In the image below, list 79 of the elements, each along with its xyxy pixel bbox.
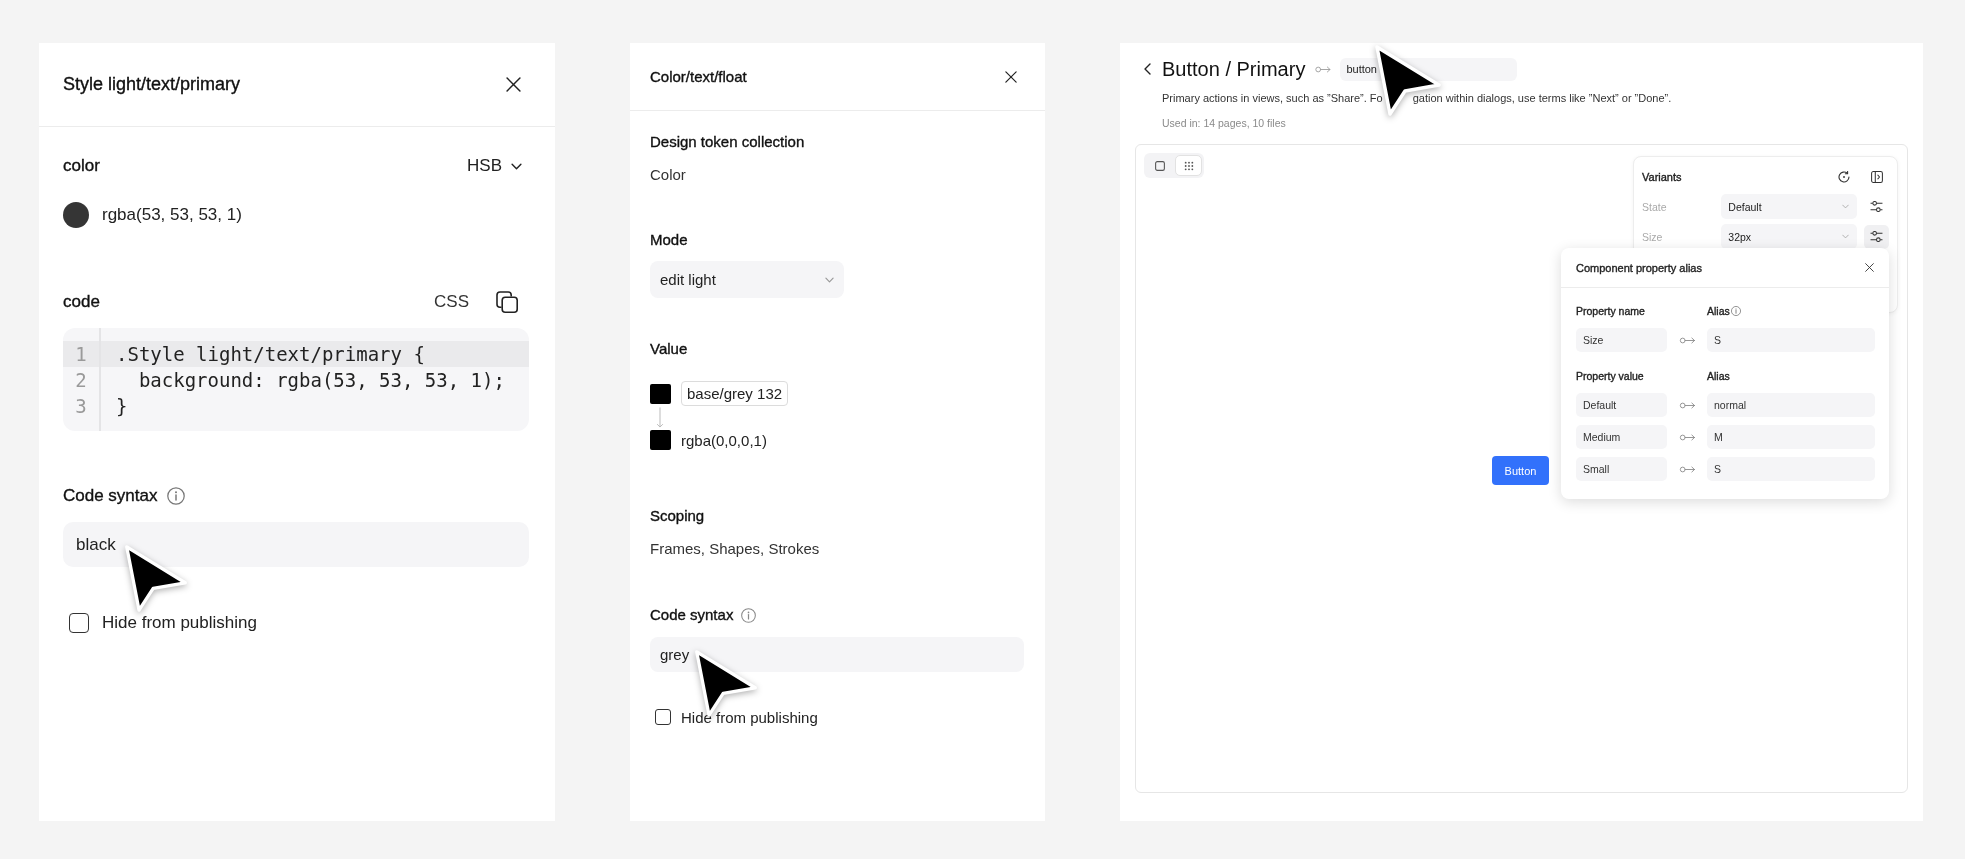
property-dropdown[interactable]: 32px [1721, 224, 1858, 249]
section-label: color [63, 155, 100, 177]
link-arrow-icon [1678, 465, 1696, 473]
square-icon [1154, 160, 1165, 171]
section-label: Scoping [650, 506, 706, 526]
description-text: Primary actions in views, such as ”Share”. Fo [1162, 91, 1383, 105]
mode-dropdown[interactable]: edit light [650, 261, 844, 298]
info-icon[interactable] [166, 487, 185, 505]
alias-input[interactable]: normal [1707, 393, 1875, 417]
property-label: Size [1642, 230, 1664, 243]
section-label: Design token collection [650, 132, 806, 152]
property-field: Medium [1576, 425, 1667, 449]
sliders-icon [1870, 231, 1884, 242]
code-text: } [115, 394, 129, 419]
column-header: Alias [1707, 370, 1730, 382]
link-arrow-icon [1315, 65, 1332, 73]
arrow-down-icon [656, 407, 664, 428]
property-field: Size [1576, 328, 1667, 352]
sidebar-icon[interactable] [1871, 171, 1883, 183]
code-text: background: rgba(53, 53, 53, 1); [137, 368, 506, 393]
alias-input[interactable]: S [1707, 328, 1875, 352]
section-value: Frames, Shapes, Strokes [650, 539, 821, 559]
column-header: Property value [1576, 370, 1645, 382]
section-label: Code syntax [650, 605, 734, 625]
panel-title: Color/text/float [650, 68, 747, 85]
component-title: Button / Primary [1162, 57, 1306, 81]
color-value: rgba(53, 53, 53, 1) [102, 205, 242, 225]
copy-icon[interactable] [496, 291, 518, 313]
info-icon[interactable] [741, 607, 757, 623]
checkbox-label: Hide from publishing [102, 613, 257, 633]
token-alias-tag: base/grey 132 [681, 381, 789, 406]
refresh-icon[interactable] [1838, 171, 1850, 183]
link-arrow-icon [1678, 336, 1696, 344]
checkbox-label: Hide from publishing [681, 708, 818, 726]
alias-settings-button[interactable] [1864, 224, 1889, 249]
chevron-down-icon [1842, 234, 1850, 239]
panel-title: Variants [1642, 171, 1682, 183]
view-toggle-button[interactable] [1175, 155, 1202, 176]
code-text: .Style light/text/primary { [101, 341, 529, 367]
usage-text: Used in: 14 pages, 10 files [1161, 116, 1287, 130]
line-number: 2 [74, 368, 88, 393]
resolved-value: rgba(0,0,0,1) [681, 431, 767, 449]
link-arrow-icon [1678, 433, 1696, 441]
checkbox[interactable] [69, 613, 89, 633]
code-syntax-field[interactable]: black [63, 522, 529, 567]
section-value: Color [650, 165, 687, 185]
alias-input[interactable]: M [1707, 425, 1875, 449]
section-label: Mode [650, 230, 689, 250]
language-label: CSS [434, 292, 469, 312]
preview-button[interactable]: Button [1492, 456, 1549, 485]
chevron-down-icon [511, 162, 522, 170]
section-label: Value [650, 339, 689, 359]
close-icon[interactable] [1865, 263, 1874, 272]
section-label: code [63, 291, 100, 313]
description-text: gation within dialogs, use terms like ”Next” or ”Done”. [1412, 91, 1672, 105]
property-field: Default [1576, 393, 1667, 417]
code-syntax-field[interactable]: grey [650, 637, 1024, 672]
alias-input[interactable]: S [1707, 457, 1875, 481]
property-label: State [1642, 200, 1668, 213]
section-label: Code syntax [63, 485, 158, 507]
chevron-down-icon [1842, 204, 1850, 209]
column-header: Property name [1576, 305, 1646, 317]
dot-grid-icon [1183, 160, 1194, 171]
property-field: Small [1576, 457, 1667, 481]
back-icon[interactable] [1144, 63, 1151, 75]
checkbox[interactable] [655, 709, 671, 725]
color-format-dropdown[interactable]: HSB [467, 156, 522, 176]
close-icon[interactable] [506, 77, 521, 92]
info-icon[interactable] [1730, 306, 1741, 316]
panel-title: Style light/text/primary [63, 74, 241, 95]
link-arrow-icon [1678, 401, 1696, 409]
sliders-icon [1870, 201, 1884, 212]
chevron-down-icon [825, 276, 834, 283]
popup-title: Component property alias [1576, 261, 1702, 274]
line-number: 3 [74, 394, 88, 419]
column-header: Alias [1707, 305, 1730, 317]
property-dropdown[interactable]: Default [1721, 194, 1858, 219]
line-number: 1 [63, 341, 99, 367]
close-icon[interactable] [1005, 70, 1017, 83]
